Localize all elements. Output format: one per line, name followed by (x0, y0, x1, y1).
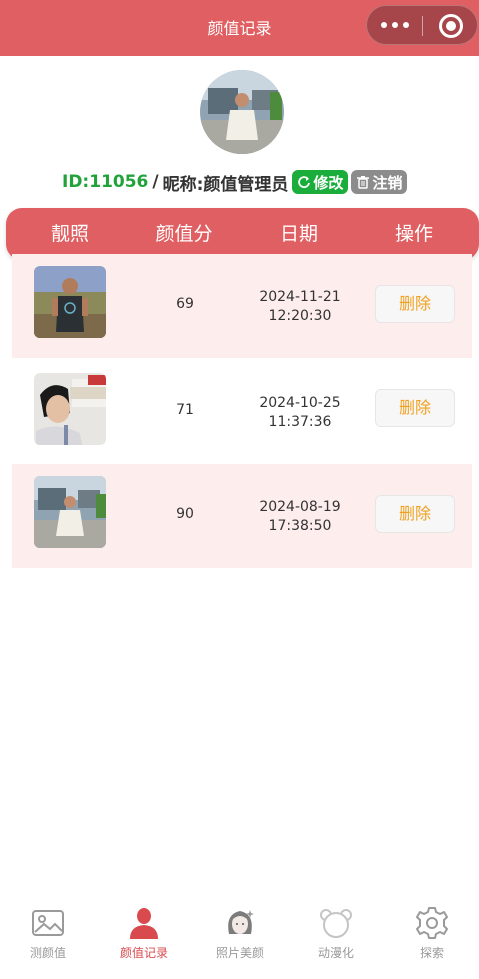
header-score: 颜值分 (155, 223, 213, 245)
edit-button[interactable]: 修改 (292, 170, 349, 194)
delete-button[interactable]: 删除 (375, 285, 455, 323)
profile-info: ID:11056 / 昵称: 颜值管理员 修改 注销 (62, 168, 408, 196)
tab-label: 探索 (419, 946, 444, 960)
girl-face-icon (228, 910, 254, 934)
refresh-icon (298, 176, 311, 188)
date-line: 2024-11-21 (259, 289, 341, 305)
bear-icon (320, 909, 352, 938)
photo-thumbnail[interactable] (34, 266, 106, 338)
photo-thumbnail[interactable] (34, 373, 106, 445)
logout-button[interactable]: 注销 (351, 170, 408, 194)
gear-icon (416, 907, 448, 939)
score-value: 90 (176, 506, 194, 522)
delete-button[interactable]: 删除 (375, 495, 455, 533)
date-value: 2024-08-19 17:38:50 (240, 498, 360, 536)
header-action: 操作 (394, 223, 433, 245)
edit-label: 修改 (313, 173, 344, 192)
top-navbar: 颜值记录 (0, 0, 479, 56)
header-date: 日期 (279, 223, 318, 245)
photo-thumbnail[interactable] (34, 476, 106, 548)
separator: / (152, 172, 159, 192)
tab-label: 颜值记录 (119, 946, 168, 960)
nickname: 颜值管理员 (203, 174, 289, 195)
tab-explore[interactable]: 探索 (384, 906, 479, 976)
time-line: 17:38:50 (268, 518, 332, 534)
user-avatar[interactable] (200, 70, 284, 154)
bottom-tab-bar: 测颜值 颜值记录 照片美颜 动漫化 探索 (0, 900, 479, 979)
time-line: 11:37:36 (268, 414, 332, 430)
date-value: 2024-10-25 11:37:36 (240, 394, 360, 432)
mini-program-capsule (366, 5, 478, 45)
picture-icon (32, 910, 64, 936)
capsule-divider (422, 16, 423, 36)
tab-anime[interactable]: 动漫化 (288, 906, 384, 976)
logout-label: 注销 (372, 173, 403, 192)
tab-beauty[interactable]: 照片美颜 (192, 906, 288, 976)
time-line: 12:20:30 (268, 308, 332, 324)
header-photo: 靓照 (50, 223, 89, 245)
table-row: 71 2024-10-25 11:37:36 删除 (12, 358, 472, 462)
person-icon (130, 908, 158, 939)
tab-label: 动漫化 (317, 946, 354, 960)
table-row: 69 2024-11-21 12:20:30 删除 (12, 254, 472, 358)
date-line: 2024-08-19 (259, 499, 341, 515)
trash-icon (357, 176, 370, 189)
tab-label: 测颜值 (29, 946, 66, 960)
tab-label: 照片美颜 (215, 946, 264, 960)
target-icon[interactable] (439, 14, 463, 38)
user-id: ID:11056 (62, 172, 149, 192)
date-value: 2024-11-21 12:20:30 (240, 288, 360, 326)
tab-measure[interactable]: 测颜值 (0, 906, 96, 976)
nickname-label: 昵称: (162, 174, 204, 195)
more-dots-icon[interactable] (381, 17, 411, 33)
table-header: 靓照 颜值分 日期 操作 (6, 208, 479, 260)
date-line: 2024-10-25 (259, 395, 341, 411)
tab-records[interactable]: 颜值记录 (96, 906, 192, 976)
score-value: 71 (176, 402, 194, 418)
table-row: 90 2024-08-19 17:38:50 删除 (12, 464, 472, 568)
score-value: 69 (176, 296, 194, 312)
delete-button[interactable]: 删除 (375, 389, 455, 427)
